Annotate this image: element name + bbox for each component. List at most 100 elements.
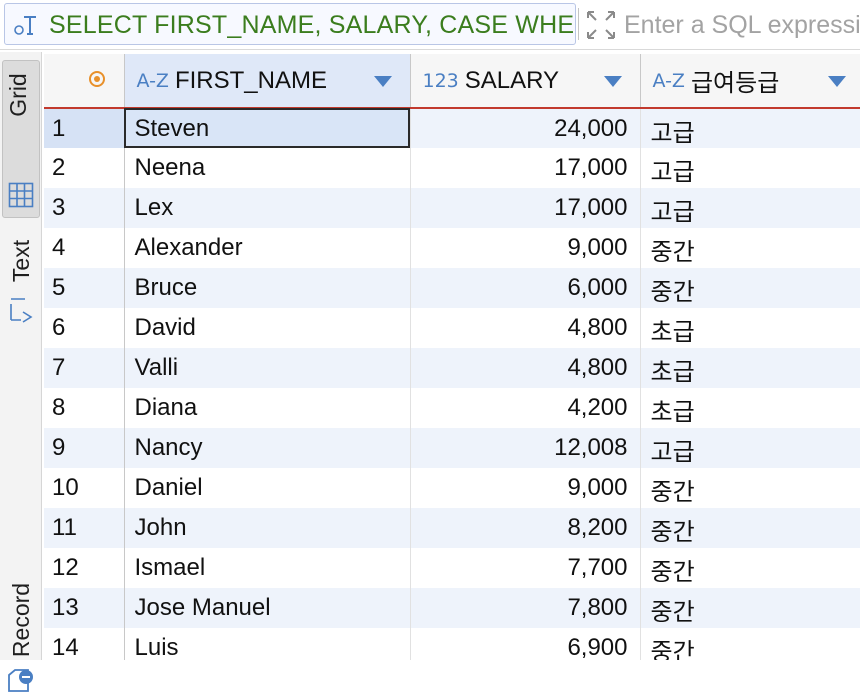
cell-first-name[interactable]: Steven	[124, 108, 411, 148]
cell-salary[interactable]: 6,000	[410, 268, 641, 308]
cell-salary[interactable]: 7,800	[410, 588, 641, 628]
cell-grade[interactable]: 중간	[640, 508, 860, 548]
table-row[interactable]: 12 Ismael 7,700 중간	[44, 548, 860, 588]
row-number[interactable]: 2	[44, 148, 125, 188]
tab-record-label[interactable]: Record	[8, 565, 34, 675]
row-number[interactable]: 9	[44, 428, 125, 468]
cell-grade[interactable]: 중간	[640, 228, 860, 268]
cell-salary[interactable]: 4,800	[410, 308, 641, 348]
cell-salary[interactable]: 17,000	[410, 148, 641, 188]
cell-grade[interactable]: 초급	[640, 388, 860, 428]
cell-first-name[interactable]: Lex	[124, 188, 411, 228]
table-row[interactable]: 1 Steven 24,000 고급	[44, 108, 860, 148]
cell-first-name[interactable]: Daniel	[124, 468, 411, 508]
cell-salary[interactable]: 4,800	[410, 348, 641, 388]
row-number[interactable]: 8	[44, 388, 125, 428]
column-header-first-name[interactable]: A-Z FIRST_NAME	[124, 54, 411, 109]
text-view-icon[interactable]	[9, 296, 35, 324]
row-number[interactable]: 3	[44, 188, 125, 228]
cell-first-name[interactable]: Nancy	[124, 428, 411, 468]
cell-salary[interactable]: 24,000	[410, 108, 641, 148]
number-type-icon: 123	[422, 69, 459, 92]
cell-salary[interactable]: 8,200	[410, 508, 641, 548]
cell-grade[interactable]: 고급	[640, 108, 860, 148]
row-number-header[interactable]	[44, 54, 125, 109]
cell-first-name[interactable]: Ismael	[124, 548, 411, 588]
table-row[interactable]: 7 Valli 4,800 초급	[44, 348, 860, 388]
cell-grade[interactable]: 고급	[640, 148, 860, 188]
row-number[interactable]: 4	[44, 228, 125, 268]
row-number[interactable]: 12	[44, 548, 125, 588]
cell-grade[interactable]: 고급	[640, 428, 860, 468]
status-dot-icon	[89, 71, 105, 87]
grid-icon[interactable]	[8, 182, 34, 208]
cell-grade[interactable]: 중간	[640, 268, 860, 308]
tab-text-label[interactable]: Text	[8, 218, 34, 304]
cell-first-name[interactable]: Valli	[124, 348, 411, 388]
cell-first-name[interactable]: Alexander	[124, 228, 411, 268]
column-label: SALARY	[464, 66, 560, 94]
cell-first-name[interactable]: Neena	[124, 148, 411, 188]
cell-grade[interactable]: 고급	[640, 188, 860, 228]
cell-first-name[interactable]: Jose Manuel	[124, 588, 411, 628]
results-grid: A-Z FIRST_NAME 123 SALARY A-Z 급여등급 1 Ste…	[44, 54, 860, 660]
table-row[interactable]: 4 Alexander 9,000 중간	[44, 228, 860, 268]
cell-first-name[interactable]: John	[124, 508, 411, 548]
column-header-grade[interactable]: A-Z 급여등급	[640, 54, 860, 109]
column-label: FIRST_NAME	[174, 66, 327, 94]
results-table: A-Z FIRST_NAME 123 SALARY A-Z 급여등급 1 Ste…	[44, 54, 860, 660]
cell-salary[interactable]: 4,200	[410, 388, 641, 428]
cell-grade[interactable]: 중간	[640, 548, 860, 588]
row-number[interactable]: 14	[44, 628, 125, 660]
text-type-icon: A-Z	[136, 69, 169, 92]
cell-grade[interactable]: 초급	[640, 308, 860, 348]
row-number[interactable]: 1	[44, 108, 125, 148]
table-row[interactable]: 6 David 4,800 초급	[44, 308, 860, 348]
row-number[interactable]: 7	[44, 348, 125, 388]
cell-grade[interactable]: 중간	[640, 588, 860, 628]
filter-expression-input[interactable]	[624, 8, 860, 42]
row-number[interactable]: 5	[44, 268, 125, 308]
cell-first-name[interactable]: Luis	[124, 628, 411, 660]
sort-arrow-icon[interactable]	[603, 76, 622, 87]
cell-salary[interactable]: 6,900	[410, 628, 641, 660]
view-mode-panel: Grid Text Record	[0, 52, 42, 692]
row-number[interactable]: 6	[44, 308, 125, 348]
column-header-salary[interactable]: 123 SALARY	[410, 54, 641, 109]
tab-grid-label[interactable]: Grid	[5, 57, 31, 133]
header-row: A-Z FIRST_NAME 123 SALARY A-Z 급여등급	[44, 54, 860, 109]
cell-first-name[interactable]: Bruce	[124, 268, 411, 308]
cell-grade[interactable]: 중간	[640, 468, 860, 508]
cell-salary[interactable]: 9,000	[410, 228, 641, 268]
row-number[interactable]: 13	[44, 588, 125, 628]
table-row[interactable]: 3 Lex 17,000 고급	[44, 188, 860, 228]
sort-arrow-icon[interactable]	[827, 76, 846, 87]
table-row[interactable]: 10 Daniel 9,000 중간	[44, 468, 860, 508]
cell-salary[interactable]: 12,008	[410, 428, 641, 468]
cell-salary[interactable]: 9,000	[410, 468, 641, 508]
cell-first-name[interactable]: David	[124, 308, 411, 348]
text-type-icon: A-Z	[652, 69, 685, 92]
expand-arrows-icon[interactable]	[584, 8, 618, 42]
record-view-icon[interactable]	[6, 667, 36, 695]
sort-arrow-icon[interactable]	[373, 76, 392, 87]
filter-query-text: SELECT FIRST_NAME, SALARY, CASE WHE	[49, 11, 575, 39]
table-row[interactable]: 9 Nancy 12,008 고급	[44, 428, 860, 468]
cell-first-name[interactable]: Diana	[124, 388, 411, 428]
row-number[interactable]: 10	[44, 468, 125, 508]
filter-bar: SELECT FIRST_NAME, SALARY, CASE WHE	[0, 0, 860, 50]
filter-query-field[interactable]: SELECT FIRST_NAME, SALARY, CASE WHE	[4, 3, 576, 45]
column-label: 급여등급	[690, 70, 780, 97]
table-row[interactable]: 2 Neena 17,000 고급	[44, 148, 860, 188]
cell-grade[interactable]: 중간	[640, 628, 860, 660]
filter-divider	[578, 8, 579, 40]
cell-salary[interactable]: 7,700	[410, 548, 641, 588]
table-row[interactable]: 5 Bruce 6,000 중간	[44, 268, 860, 308]
table-row[interactable]: 13 Jose Manuel 7,800 중간	[44, 588, 860, 628]
table-row[interactable]: 14 Luis 6,900 중간	[44, 628, 860, 660]
cell-salary[interactable]: 17,000	[410, 188, 641, 228]
cell-grade[interactable]: 초급	[640, 348, 860, 388]
table-row[interactable]: 11 John 8,200 중간	[44, 508, 860, 548]
row-number[interactable]: 11	[44, 508, 125, 548]
table-row[interactable]: 8 Diana 4,200 초급	[44, 388, 860, 428]
